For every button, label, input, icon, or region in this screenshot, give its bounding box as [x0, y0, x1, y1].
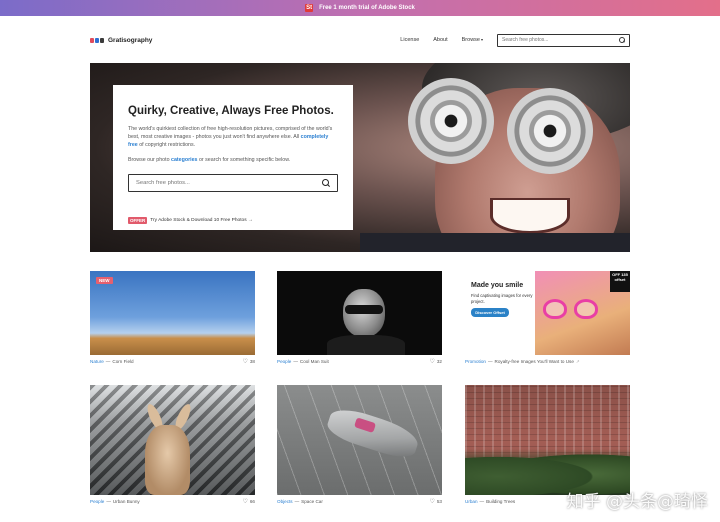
hero-banner: Quirky, Creative, Always Free Photos. Th…: [90, 63, 630, 252]
photo-card[interactable]: Objects — Space Car ♡ 53: [277, 385, 442, 505]
offer-badge: OFFER: [128, 217, 148, 224]
header-search-input[interactable]: [502, 37, 619, 43]
photo-thumbnail[interactable]: NEW: [90, 271, 255, 355]
watermark: 知乎 @头条@琦怿: [566, 492, 708, 512]
photo-meta: Promotion — Royalty-free Images You'll W…: [465, 358, 580, 365]
promo-bar[interactable]: St Free 1 month trial of Adobe Stock: [0, 0, 720, 16]
photo-title[interactable]: Space Car: [301, 499, 323, 504]
photo-card[interactable]: People — Cool Man Suit ♡ 32: [277, 271, 442, 365]
discover-offset-button[interactable]: Discover Offset: [471, 308, 509, 317]
photo-meta: People — Cool Man Suit ♡ 32: [277, 358, 442, 365]
like-count[interactable]: ♡ 66: [242, 499, 255, 505]
nav-license[interactable]: License: [400, 37, 419, 43]
like-count[interactable]: ♡ 38: [242, 359, 255, 365]
like-count[interactable]: ♡ 32: [429, 359, 442, 365]
hero-photo-mouth: [490, 198, 570, 234]
photo-meta: Nature — Corn Field ♡ 38: [90, 358, 255, 365]
photo-title[interactable]: Urban Bunny: [113, 499, 140, 504]
photo-thumbnail[interactable]: [90, 385, 255, 495]
heart-icon: ♡: [429, 358, 435, 365]
nav-browse[interactable]: Browse▾: [462, 37, 483, 43]
header-search[interactable]: [497, 33, 630, 47]
like-count[interactable]: ♡ 53: [429, 499, 442, 505]
promo-subtitle: Find captivating images for every projec…: [471, 293, 533, 304]
promo-title: Made you smile: [471, 282, 524, 289]
nav-browse-label: Browse: [461, 37, 480, 43]
photo-category-link[interactable]: Objects: [277, 499, 293, 504]
new-badge: NEW: [96, 277, 113, 284]
logo-text: Gratisography: [108, 36, 153, 44]
photo-category-link[interactable]: People: [90, 499, 104, 504]
photo-title[interactable]: Cool Man Suit: [300, 359, 329, 364]
hero-description: The world's quirkiest collection of free…: [128, 126, 333, 149]
site-header: Gratisography License About Browse▾: [90, 30, 630, 50]
hero-offer[interactable]: OFFER Try Adobe Stock & Download 10 Free…: [128, 217, 253, 224]
heart-glasses: [543, 299, 598, 319]
logo-icon: [90, 37, 104, 43]
photo-thumbnail[interactable]: [277, 271, 442, 355]
photo-category-link[interactable]: Nature: [90, 359, 104, 364]
photo-category-link[interactable]: People: [277, 359, 291, 364]
photo-thumbnail[interactable]: [277, 385, 442, 495]
external-link-icon: ↗: [575, 358, 580, 364]
photo-meta: People — Urban Bunny ♡ 66: [90, 498, 255, 505]
photo-meta: Objects — Space Car ♡ 53: [277, 498, 442, 505]
heart-icon: ♡: [242, 498, 248, 505]
categories-link[interactable]: categories: [171, 157, 198, 163]
photo-title[interactable]: Corn Field: [112, 359, 133, 364]
photo-category-link[interactable]: Urban: [465, 499, 478, 504]
hero-photo-jacket: [360, 233, 630, 252]
hero-browse-text: Browse our photo categories or search fo…: [128, 156, 291, 163]
offer-link[interactable]: Try Adobe Stock & Download 10 Free Photo…: [150, 218, 252, 223]
main-nav: License About Browse▾: [400, 37, 483, 43]
search-icon[interactable]: [322, 178, 330, 187]
nav-about[interactable]: About: [433, 37, 447, 43]
offset-badge: OFF 135 offset: [610, 271, 630, 292]
photo-title[interactable]: Building Trees: [486, 499, 515, 504]
promo-thumbnail[interactable]: Made you smile Find captivating images f…: [465, 271, 630, 355]
search-icon[interactable]: [619, 37, 625, 43]
adobe-stock-icon: St: [305, 4, 314, 12]
hero-title: Quirky, Creative, Always Free Photos.: [128, 105, 334, 117]
hero-search-input[interactable]: [136, 179, 322, 186]
caret-down-icon: ▾: [480, 37, 483, 42]
promo-card[interactable]: Made you smile Find captivating images f…: [465, 271, 630, 365]
hero-search[interactable]: [128, 173, 338, 192]
hero-card: Quirky, Creative, Always Free Photos. Th…: [113, 85, 353, 230]
logo[interactable]: Gratisography: [90, 37, 152, 44]
heart-icon: ♡: [242, 358, 248, 365]
photo-thumbnail[interactable]: [465, 385, 630, 495]
photo-title[interactable]: Royalty-free Images You'll Want to Use: [495, 359, 574, 364]
photo-card[interactable]: People — Urban Bunny ♡ 66: [90, 385, 255, 505]
photo-category-link[interactable]: Promotion: [465, 359, 486, 364]
promo-bar-text[interactable]: Free 1 month trial of Adobe Stock: [319, 5, 415, 11]
hero-photo-goggle-left: [408, 78, 494, 164]
photo-card[interactable]: NEW Nature — Corn Field ♡ 38: [90, 271, 255, 365]
heart-icon: ♡: [429, 498, 435, 505]
hero-photo-goggle-right: [507, 88, 593, 174]
